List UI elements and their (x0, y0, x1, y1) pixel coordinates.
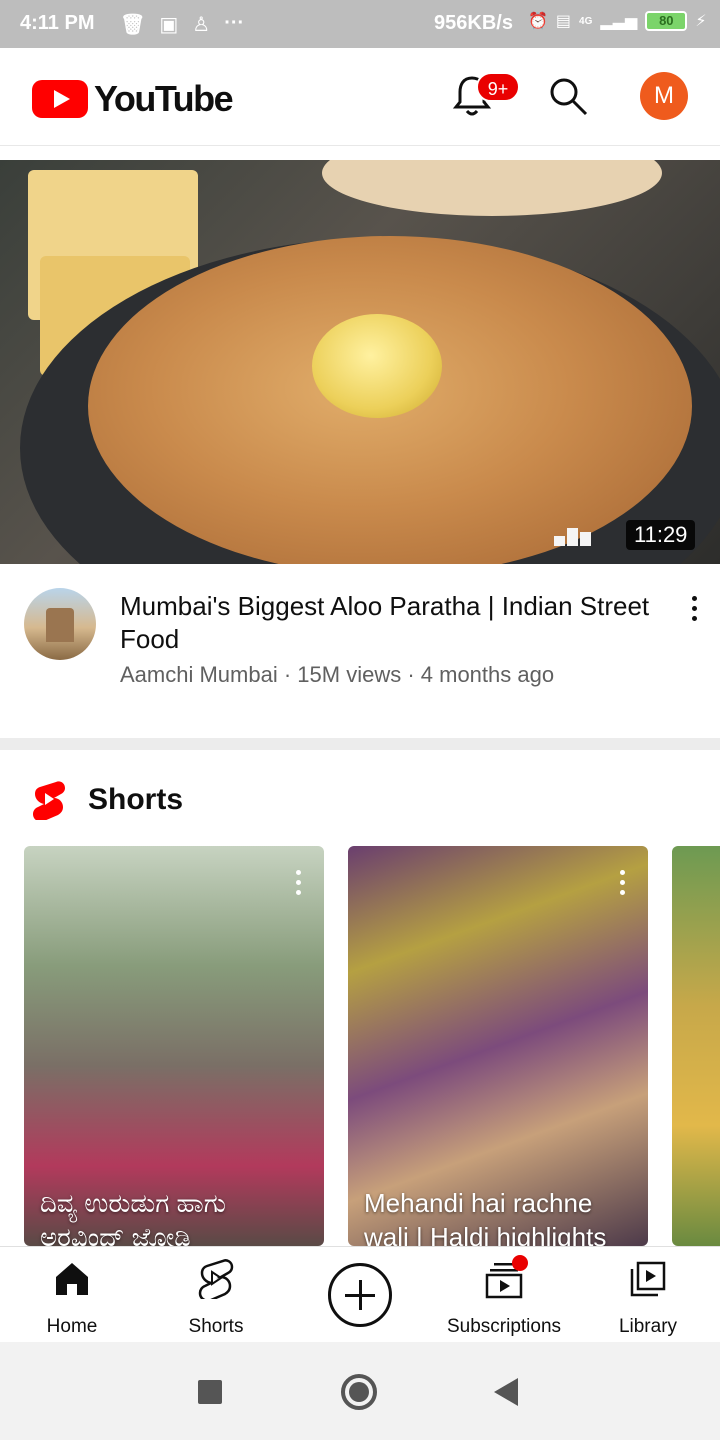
upload-age: 4 months ago (420, 662, 555, 687)
butter (312, 314, 442, 418)
new-content-dot (512, 1255, 528, 1271)
home-button-icon[interactable] (341, 1374, 377, 1410)
short-caption: Mehandi hai rachne wali | Haldi highligh… (364, 1188, 607, 1246)
short-card[interactable] (672, 846, 720, 1246)
logo-text: YouTube (94, 78, 234, 119)
video-thumbnail[interactable] (0, 160, 720, 564)
volte-icon: ▤ (555, 13, 572, 30)
shorts-icon (198, 1259, 234, 1302)
system-navigation-bar (0, 1342, 720, 1440)
recents-icon[interactable] (198, 1380, 222, 1404)
search-icon[interactable] (548, 76, 588, 116)
nav-home[interactable]: Home (0, 1259, 144, 1338)
channel-name: Aamchi Mumbai (120, 662, 278, 687)
short-caption: ದಿವ್ಯ ಉರುಡುಗ ಹಾಗು ಅರವಿಂದ್ ಜೋಡಿ (40, 1188, 227, 1246)
short-card[interactable]: ದಿವ್ಯ ಉರುಡುಗ ಹಾಗು ಅರವಿಂದ್ ಜೋಡಿ (24, 846, 324, 1246)
nav-label: Home (46, 1316, 98, 1337)
message-icon: ▣ (159, 14, 179, 36)
more-dots-icon: ··· (224, 12, 245, 34)
library-icon (630, 1261, 666, 1297)
video-duration: 11:29 (626, 520, 696, 550)
status-bar: 4:11 PM 🗑 ▣ ♙ ··· 956KB/s ⏰ ▤ 4G ▂▃▅ 80 … (0, 0, 720, 48)
shorts-logo-icon (33, 781, 65, 820)
home-icon (56, 1263, 88, 1295)
status-time: 4:11 PM (20, 12, 95, 34)
trash-icon: 🗑 (120, 14, 146, 36)
short-more-options-icon[interactable] (296, 870, 302, 900)
background-paratha (322, 160, 662, 216)
network-type: 4G (579, 15, 593, 27)
short-more-options-icon[interactable] (620, 870, 626, 900)
video-more-options-icon[interactable] (688, 596, 700, 626)
account-avatar[interactable]: M (640, 72, 688, 120)
section-divider (0, 738, 720, 750)
nav-label: Subscriptions (446, 1316, 562, 1337)
notification-badge: 9+ (476, 72, 520, 102)
create-icon[interactable] (328, 1263, 392, 1327)
nav-subscriptions[interactable]: Subscriptions (432, 1259, 576, 1338)
battery-icon: 80 (645, 11, 688, 31)
view-count: 15M views (297, 662, 402, 687)
short-card[interactable]: Mehandi hai rachne wali | Haldi highligh… (348, 846, 648, 1246)
person-icon: ♙ (192, 14, 211, 36)
charging-icon: ⚡ (695, 13, 707, 30)
nav-label: Shorts (188, 1316, 244, 1337)
chapters-icon (554, 528, 591, 546)
nav-shorts[interactable]: Shorts (144, 1259, 288, 1338)
bottom-navigation: Home Shorts Subscriptions Library (0, 1246, 720, 1342)
video-meta: Aamchi Mumbai · 15M views · 4 months ago (120, 662, 555, 687)
app-bar: YouTube 9+ M (0, 48, 720, 146)
back-icon[interactable] (494, 1378, 518, 1406)
shorts-heading: Shorts (88, 783, 184, 816)
channel-avatar[interactable] (24, 588, 96, 660)
signal-icon: ▂▃▅ (600, 13, 638, 30)
alarm-icon: ⏰ (528, 13, 548, 30)
nav-library[interactable]: Library (576, 1259, 720, 1338)
video-title[interactable]: Mumbai's Biggest Aloo Paratha | Indian S… (120, 590, 660, 656)
youtube-logo[interactable]: YouTube (32, 78, 234, 120)
network-speed: 956KB/s (434, 12, 513, 34)
shorts-header: Shorts (32, 780, 183, 820)
nav-label: Library (618, 1316, 678, 1337)
youtube-play-icon (32, 80, 88, 118)
